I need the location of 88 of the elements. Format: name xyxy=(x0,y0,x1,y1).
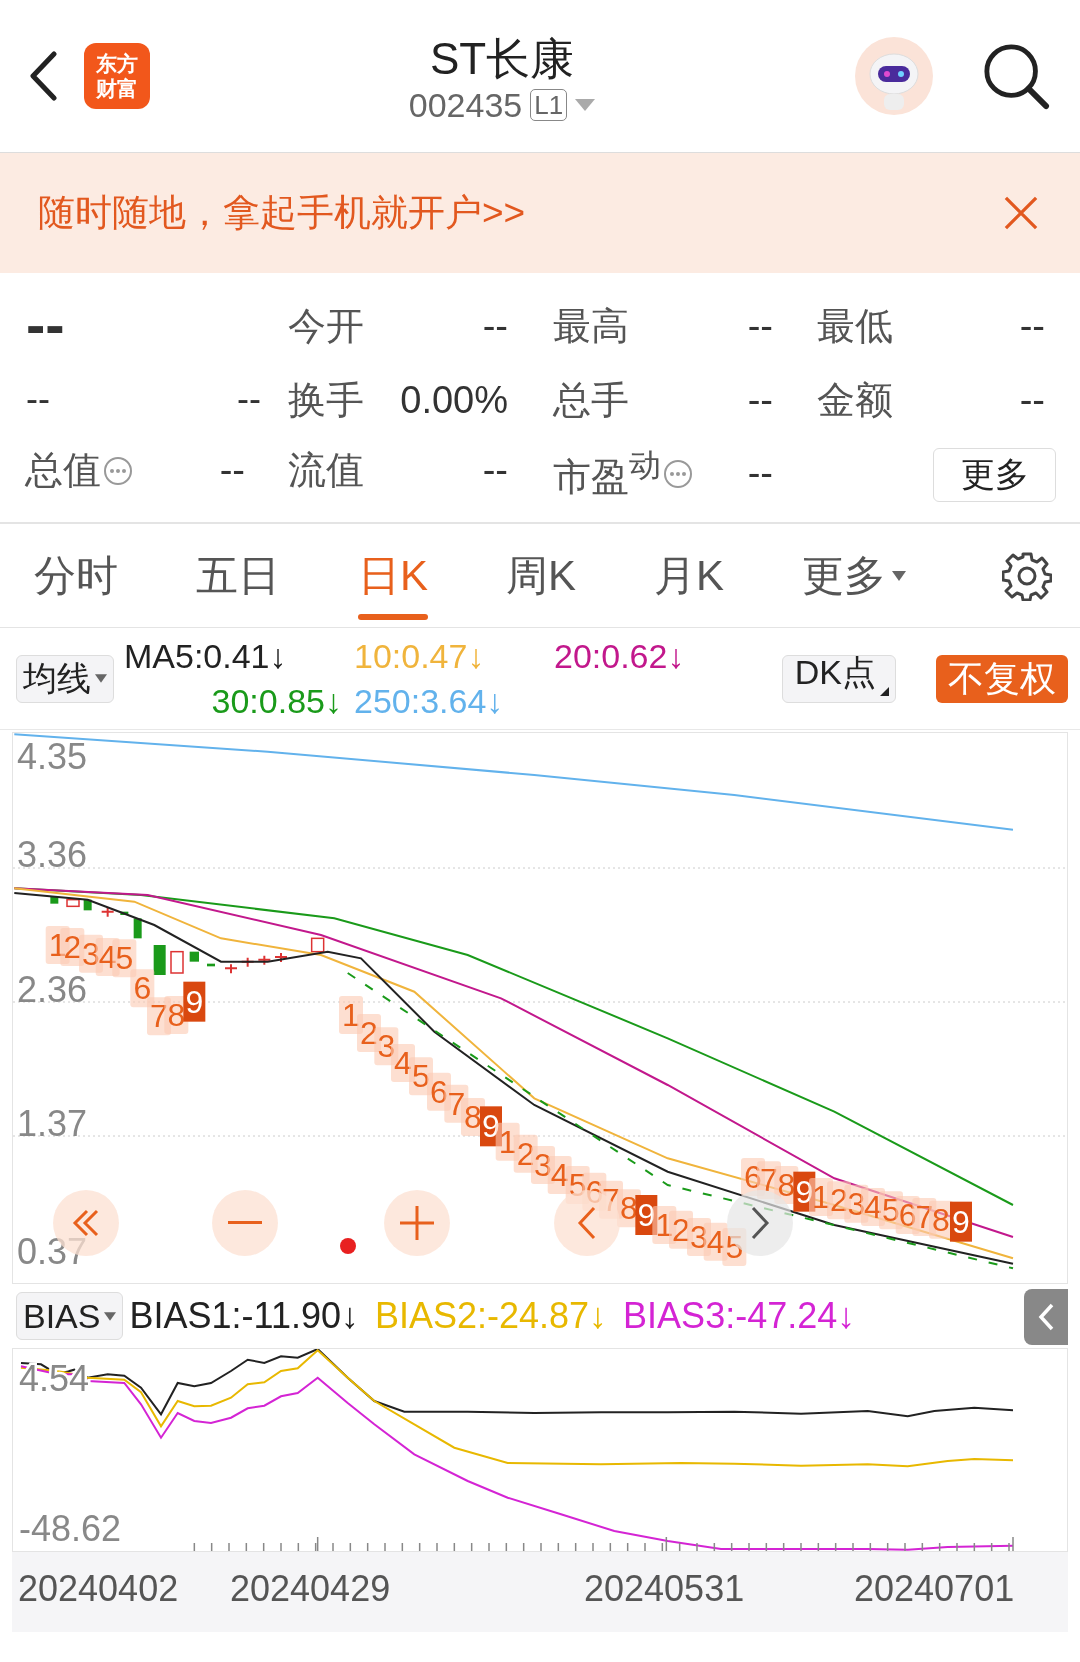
candle xyxy=(310,937,325,953)
candle xyxy=(207,963,215,967)
candle xyxy=(66,898,80,908)
indicator-dropdown[interactable]: BIAS xyxy=(16,1292,124,1340)
candle xyxy=(170,950,184,974)
period-tab[interactable]: 周K xyxy=(506,523,577,628)
field-value: -- xyxy=(219,449,245,492)
date-label: 20240402 xyxy=(18,1568,179,1610)
bias-value: BIAS1:-11.90↓ xyxy=(129,1295,359,1337)
field-label: 最低 xyxy=(817,304,893,349)
period-tab[interactable]: 分时 xyxy=(34,523,118,628)
chevron-right-icon xyxy=(750,1206,770,1240)
change-percent: -- xyxy=(237,378,261,420)
sequence-number: 1 xyxy=(339,996,363,1034)
stock-code: 002435 xyxy=(408,85,523,125)
field-label: 总手 xyxy=(553,378,629,423)
axis-label: -48.62 xyxy=(19,1508,122,1549)
candle xyxy=(120,911,129,915)
axis-label: 3.36 xyxy=(17,834,88,875)
candle xyxy=(274,952,288,963)
chevron-left-icon xyxy=(1038,1303,1054,1331)
field-label: 最高 xyxy=(553,304,629,349)
settings-icon[interactable] xyxy=(1002,550,1052,601)
dk-button[interactable]: DK点 xyxy=(781,654,896,703)
candle xyxy=(153,945,166,975)
date-label: 20240429 xyxy=(230,1568,391,1610)
candle xyxy=(224,963,238,975)
signal-badge: 9 xyxy=(950,1201,972,1242)
candle xyxy=(133,918,142,939)
field-value: -- xyxy=(747,452,773,496)
ma-value: 10:0.47↓ xyxy=(354,636,486,676)
date-label: 20240531 xyxy=(584,1568,745,1610)
field-label: 总值 xyxy=(25,448,101,493)
dropdown-triangle-icon[interactable] xyxy=(575,99,596,111)
field-label: 换手 xyxy=(288,378,364,423)
candle xyxy=(257,954,272,966)
ma-value: 20:0.62↓ xyxy=(554,636,686,676)
more-dots-icon[interactable] xyxy=(663,458,693,489)
double-chevron-left-icon xyxy=(71,1208,101,1238)
axis-label: 1.37 xyxy=(17,1103,88,1144)
ma-value: MA5:0.41↓ xyxy=(124,636,288,676)
field-value: -- xyxy=(747,305,773,348)
caret-icon xyxy=(892,570,907,581)
indicator-dropdown[interactable]: 均线 xyxy=(16,654,114,703)
field-value: -- xyxy=(747,379,773,422)
candle xyxy=(100,906,115,918)
price-value: -- xyxy=(26,291,65,358)
more-tab[interactable]: 更多 xyxy=(802,523,907,628)
signal-badge: 9 xyxy=(183,981,206,1022)
field-value: -- xyxy=(482,305,508,348)
plus-icon xyxy=(400,1206,434,1240)
ma-value: 250:3.64↓ xyxy=(354,681,505,721)
caret-icon xyxy=(95,674,107,683)
robot-avatar-icon[interactable] xyxy=(854,36,934,116)
corner-triangle-icon xyxy=(880,686,889,696)
candle xyxy=(50,897,59,904)
date-label: 20240701 xyxy=(854,1568,1015,1610)
change-value: -- xyxy=(26,378,50,420)
field-label: 金额 xyxy=(817,378,893,423)
minus-icon xyxy=(228,1221,262,1225)
search-icon[interactable] xyxy=(982,42,1050,110)
period-tab[interactable]: 五日 xyxy=(196,523,280,628)
position-indicator-dot xyxy=(340,1238,356,1254)
field-value: -- xyxy=(482,449,508,492)
period-tab[interactable]: 月K xyxy=(654,523,725,628)
candle xyxy=(189,951,199,962)
field-label: 流值 xyxy=(288,448,364,493)
field-value: 0.00% xyxy=(400,379,508,422)
bias-value: BIAS2:-24.87↓ xyxy=(374,1295,608,1337)
candle xyxy=(83,899,92,911)
bias-value: BIAS3:-47.24↓ xyxy=(623,1295,856,1337)
collapse-button[interactable] xyxy=(1024,1289,1068,1345)
field-value: -- xyxy=(1019,305,1045,348)
level-badge: L1 xyxy=(530,89,568,121)
back-icon[interactable] xyxy=(28,51,58,101)
axis-label: 4.35 xyxy=(17,736,88,777)
ma-value: 30:0.85↓ xyxy=(210,681,343,721)
field-label: 市盈$^{动}$ xyxy=(553,446,661,500)
signal-badge: 9 xyxy=(635,1195,658,1235)
more-button[interactable]: 更多 xyxy=(933,448,1056,502)
axis-label: 0.37 xyxy=(17,1231,88,1272)
stock-title: ST长康 xyxy=(429,32,575,85)
chevron-left-icon xyxy=(577,1206,597,1240)
caret-icon xyxy=(104,1311,117,1321)
field-value: -- xyxy=(1019,379,1045,422)
more-dots-icon[interactable] xyxy=(103,455,133,486)
close-icon[interactable] xyxy=(1004,196,1038,230)
field-label: 今开 xyxy=(288,304,364,349)
